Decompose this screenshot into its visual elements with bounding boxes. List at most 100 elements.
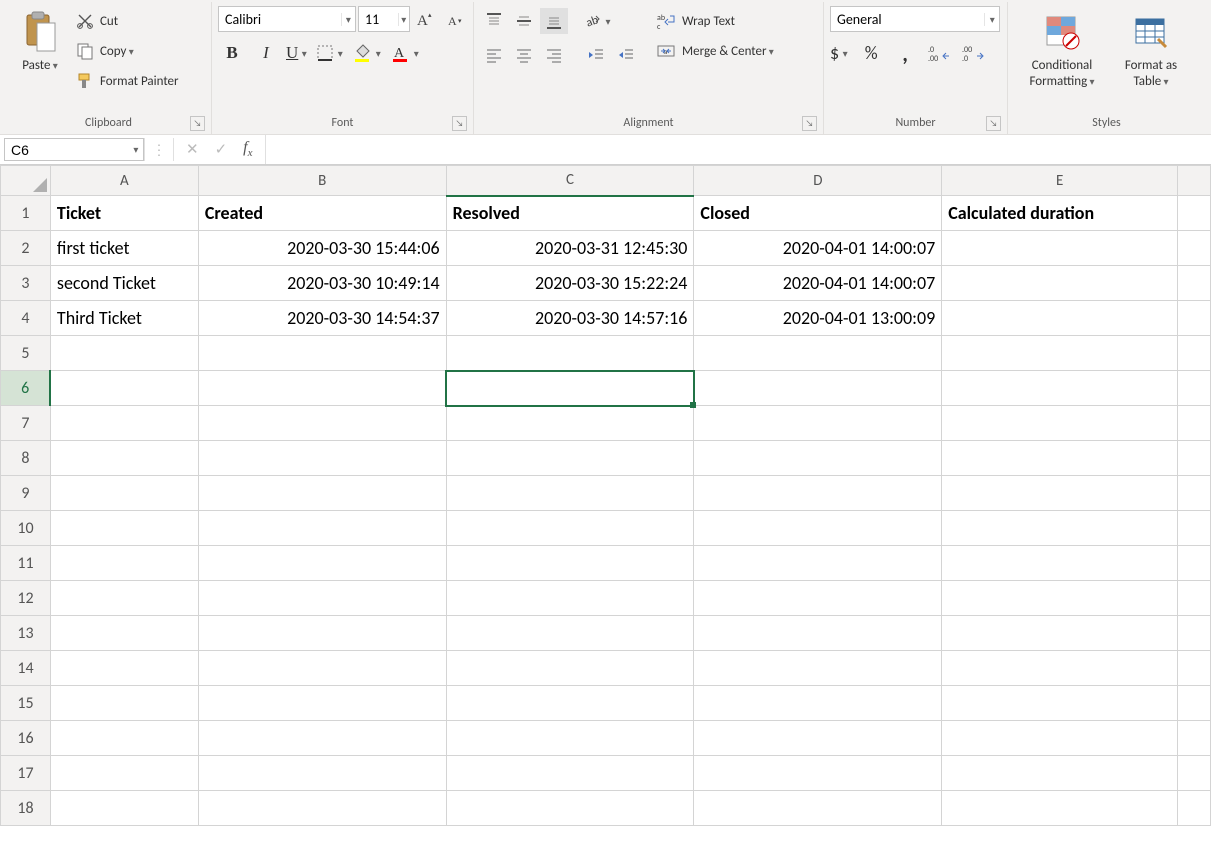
cell-A1[interactable]: Ticket [50, 196, 198, 231]
cell-F15[interactable] [1178, 686, 1211, 721]
cell-A16[interactable] [50, 721, 198, 756]
row-header-18[interactable]: 18 [1, 791, 51, 826]
cell-B3[interactable]: 2020-03-30 10:49:14 [198, 266, 446, 301]
row-header-1[interactable]: 1 [1, 196, 51, 231]
cell-C4[interactable]: 2020-03-30 14:57:16 [446, 301, 694, 336]
orientation-button[interactable]: ab▾ [582, 11, 614, 31]
cell-C7[interactable] [446, 406, 694, 441]
cell-C16[interactable] [446, 721, 694, 756]
cell-B10[interactable] [198, 511, 446, 546]
cell-A6[interactable] [50, 371, 198, 406]
increase-decimal-button[interactable]: .0.00 [925, 40, 953, 66]
cell-E1[interactable]: Calculated duration [942, 196, 1178, 231]
cell-D8[interactable] [694, 441, 942, 476]
conditional-formatting-button[interactable]: ConditionalFormatting [1014, 6, 1110, 91]
cell-B2[interactable]: 2020-03-30 15:44:06 [198, 231, 446, 266]
col-header-E[interactable]: E [942, 166, 1178, 196]
row-header-8[interactable]: 8 [1, 441, 51, 476]
row-header-11[interactable]: 11 [1, 546, 51, 581]
cell-C14[interactable] [446, 651, 694, 686]
cell-E11[interactable] [942, 546, 1178, 581]
cell-B15[interactable] [198, 686, 446, 721]
cell-E7[interactable] [942, 406, 1178, 441]
cell-B14[interactable] [198, 651, 446, 686]
cell-A12[interactable] [50, 581, 198, 616]
cell-F1[interactable] [1178, 196, 1211, 231]
cell-E16[interactable] [942, 721, 1178, 756]
formula-input[interactable] [265, 135, 1211, 164]
cell-E3[interactable] [942, 266, 1178, 301]
cell-D4[interactable]: 2020-04-01 13:00:09 [694, 301, 942, 336]
cell-D5[interactable] [694, 336, 942, 371]
cell-E18[interactable] [942, 791, 1178, 826]
font-size-input[interactable] [359, 11, 398, 28]
clipboard-dialog-launcher[interactable]: ↘ [190, 116, 205, 131]
cell-F18[interactable] [1178, 791, 1211, 826]
copy-button[interactable]: Copy [72, 38, 183, 64]
align-center-button[interactable] [510, 42, 538, 68]
cell-A10[interactable] [50, 511, 198, 546]
cell-F8[interactable] [1178, 441, 1211, 476]
align-right-button[interactable] [540, 42, 568, 68]
merge-center-button[interactable]: a Merge & Center [652, 38, 778, 64]
font-dialog-launcher[interactable]: ↘ [452, 116, 467, 131]
cell-C12[interactable] [446, 581, 694, 616]
cell-C3[interactable]: 2020-03-30 15:22:24 [446, 266, 694, 301]
cell-D3[interactable]: 2020-04-01 14:00:07 [694, 266, 942, 301]
cell-A5[interactable] [50, 336, 198, 371]
increase-font-size-button[interactable]: A▴ [412, 6, 440, 32]
cell-F5[interactable] [1178, 336, 1211, 371]
cell-D10[interactable] [694, 511, 942, 546]
comma-style-button[interactable]: , [891, 40, 919, 66]
cell-E5[interactable] [942, 336, 1178, 371]
row-header-13[interactable]: 13 [1, 616, 51, 651]
align-top-button[interactable] [480, 8, 508, 34]
underline-button[interactable]: U▾ [286, 43, 310, 63]
cell-C1[interactable]: Resolved [446, 196, 694, 231]
row-header-6[interactable]: 6 [1, 371, 51, 406]
cell-B16[interactable] [198, 721, 446, 756]
row-header-10[interactable]: 10 [1, 511, 51, 546]
number-format-combo[interactable]: ▾ [830, 6, 1000, 32]
alignment-dialog-launcher[interactable]: ↘ [802, 116, 817, 131]
cell-C10[interactable] [446, 511, 694, 546]
row-header-2[interactable]: 2 [1, 231, 51, 266]
percent-button[interactable]: % [857, 40, 885, 66]
cell-E4[interactable] [942, 301, 1178, 336]
cell-F13[interactable] [1178, 616, 1211, 651]
chevron-down-icon[interactable]: ▾ [341, 13, 355, 26]
cell-A7[interactable] [50, 406, 198, 441]
row-header-17[interactable]: 17 [1, 756, 51, 791]
cell-A15[interactable] [50, 686, 198, 721]
cell-B5[interactable] [198, 336, 446, 371]
insert-function-button[interactable]: fx [243, 139, 252, 159]
cell-F3[interactable] [1178, 266, 1211, 301]
cell-D17[interactable] [694, 756, 942, 791]
cell-F10[interactable] [1178, 511, 1211, 546]
cell-C15[interactable] [446, 686, 694, 721]
cell-B1[interactable]: Created [198, 196, 446, 231]
cell-C6[interactable] [446, 371, 694, 406]
cell-F17[interactable] [1178, 756, 1211, 791]
cell-C18[interactable] [446, 791, 694, 826]
font-name-combo[interactable]: ▾ [218, 6, 356, 32]
decrease-indent-button[interactable] [582, 42, 610, 68]
cell-B11[interactable] [198, 546, 446, 581]
row-header-16[interactable]: 16 [1, 721, 51, 756]
row-header-3[interactable]: 3 [1, 266, 51, 301]
cell-E9[interactable] [942, 476, 1178, 511]
col-header-A[interactable]: A [50, 166, 198, 196]
col-header-D[interactable]: D [694, 166, 942, 196]
row-header-4[interactable]: 4 [1, 301, 51, 336]
cell-F14[interactable] [1178, 651, 1211, 686]
font-size-combo[interactable]: ▾ [358, 6, 410, 32]
cell-E15[interactable] [942, 686, 1178, 721]
row-header-12[interactable]: 12 [1, 581, 51, 616]
cell-D2[interactable]: 2020-04-01 14:00:07 [694, 231, 942, 266]
cell-D12[interactable] [694, 581, 942, 616]
format-as-table-button[interactable]: Format asTable [1110, 6, 1192, 91]
row-header-7[interactable]: 7 [1, 406, 51, 441]
format-painter-button[interactable]: Format Painter [72, 68, 183, 94]
bold-button[interactable]: B [218, 40, 246, 66]
cell-C2[interactable]: 2020-03-31 12:45:30 [446, 231, 694, 266]
